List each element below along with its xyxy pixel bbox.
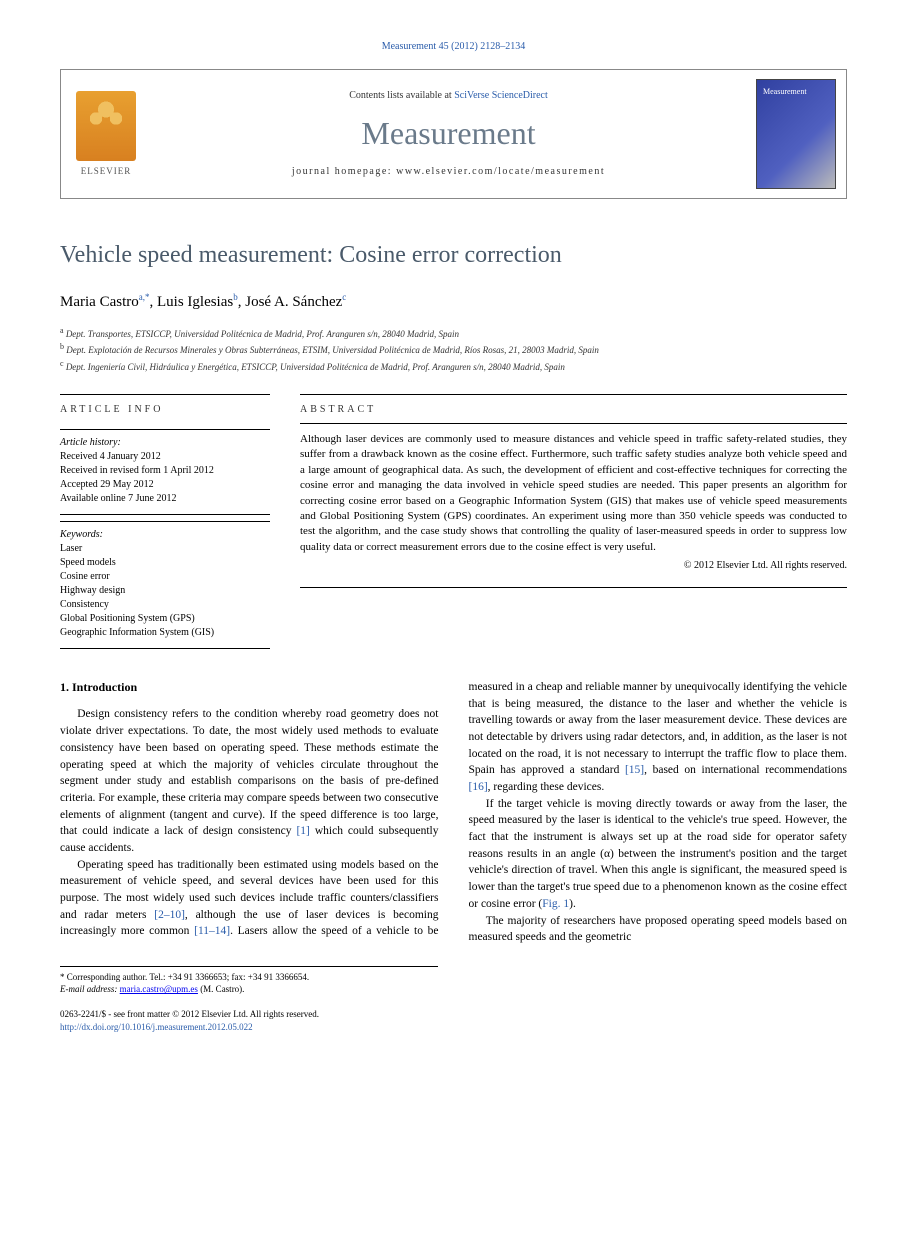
email-label: E-mail address: <box>60 984 120 994</box>
journal-homepage: journal homepage: www.elsevier.com/locat… <box>161 165 736 179</box>
fig-1-link[interactable]: Fig. 1 <box>542 898 569 910</box>
email-link[interactable]: maria.castro@upm.es <box>120 984 198 994</box>
ref-11-14-link[interactable]: [11–14] <box>194 925 230 937</box>
paragraph-3: If the target vehicle is moving directly… <box>469 796 848 913</box>
article-info-column: ARTICLE INFO Article history: Received 4… <box>60 394 270 649</box>
abstract-text: Although laser devices are commonly used… <box>300 423 847 588</box>
p1-text: Design consistency refers to the conditi… <box>60 708 439 837</box>
affiliation-c: Dept. Ingeniería Civil, Hidráulica y Ene… <box>66 362 565 372</box>
accepted-date: Accepted 29 May 2012 <box>60 478 270 492</box>
history-block: Article history: Received 4 January 2012… <box>60 429 270 515</box>
abstract-column: ABSTRACT Although laser devices are comm… <box>300 394 847 649</box>
keywords-label: Keywords: <box>60 521 270 542</box>
abstract-heading: ABSTRACT <box>300 394 847 423</box>
ref-16-link[interactable]: [16] <box>469 781 488 793</box>
sciverse-link[interactable]: SciVerse ScienceDirect <box>454 90 548 101</box>
header-citation: Measurement 45 (2012) 2128–2134 <box>60 40 847 54</box>
homepage-url[interactable]: www.elsevier.com/locate/measurement <box>396 166 605 177</box>
author-2-affil: b <box>233 292 238 302</box>
footer-meta: 0263-2241/$ - see front matter © 2012 El… <box>60 1008 438 1033</box>
body-text-columns: 1. Introduction Design consistency refer… <box>60 679 847 946</box>
online-date: Available online 7 June 2012 <box>60 492 270 506</box>
p3-text: If the target vehicle is moving directly… <box>469 798 848 910</box>
history-label: Article history: <box>60 429 270 450</box>
p3-tail: ). <box>569 898 576 910</box>
corresponding-author-text: * Corresponding author. Tel.: +34 91 336… <box>60 971 438 984</box>
email-tail: (M. Castro). <box>198 984 245 994</box>
journal-cover-thumbnail: Measurement <box>756 79 836 189</box>
article-info-heading: ARTICLE INFO <box>60 394 270 423</box>
keyword: Laser <box>60 542 270 556</box>
info-abstract-row: ARTICLE INFO Article history: Received 4… <box>60 394 847 649</box>
abstract-body: Although laser devices are commonly used… <box>300 433 847 553</box>
keyword: Speed models <box>60 556 270 570</box>
ref-1-link[interactable]: [1] <box>296 825 309 837</box>
article-title: Vehicle speed measurement: Cosine error … <box>60 239 847 273</box>
ref-2-10-link[interactable]: [2–10] <box>154 909 185 921</box>
p2d-tail: , regarding these devices. <box>488 781 605 793</box>
journal-header-box: ELSEVIER Contents lists available at Sci… <box>60 69 847 199</box>
paragraph-4: The majority of researchers have propose… <box>469 913 848 946</box>
author-1[interactable]: Maria Castro <box>60 294 139 310</box>
author-3[interactable]: José A. Sánchez <box>245 294 342 310</box>
cover-title: Measurement <box>763 86 807 97</box>
elsevier-logo: ELSEVIER <box>61 70 151 198</box>
issn-line: 0263-2241/$ - see front matter © 2012 El… <box>60 1008 438 1021</box>
copyright-line: © 2012 Elsevier Ltd. All rights reserved… <box>300 559 847 579</box>
p2-mid: , although the use of laser de <box>185 909 346 921</box>
received-date: Received 4 January 2012 <box>60 450 270 464</box>
publisher-name: ELSEVIER <box>81 165 132 178</box>
p2c-mid: , based on international recommendations <box>644 764 847 776</box>
author-3-affil: c <box>342 292 346 302</box>
affiliation-b: Dept. Explotación de Recursos Minerales … <box>66 345 599 355</box>
doi-link[interactable]: http://dx.doi.org/10.1016/j.measurement.… <box>60 1022 253 1032</box>
ref-15-link[interactable]: [15] <box>625 764 644 776</box>
keywords-block: Keywords: Laser Speed models Cosine erro… <box>60 521 270 649</box>
author-1-affil: a,* <box>139 292 150 302</box>
affiliation-a: Dept. Transportes, ETSICCP, Universidad … <box>66 329 459 339</box>
affiliations-block: a Dept. Transportes, ETSICCP, Universida… <box>60 325 847 375</box>
p4-text: The majority of researchers have propose… <box>469 915 848 944</box>
keyword: Consistency <box>60 598 270 612</box>
authors-line: Maria Castroa,*, Luis Iglesiasb, José A.… <box>60 291 847 313</box>
revised-date: Received in revised form 1 April 2012 <box>60 464 270 478</box>
journal-name: Measurement <box>161 111 736 156</box>
keyword: Global Positioning System (GPS) <box>60 612 270 626</box>
keyword: Cosine error <box>60 570 270 584</box>
paragraph-1: Design consistency refers to the conditi… <box>60 706 439 856</box>
section-1-heading: 1. Introduction <box>60 679 439 696</box>
keyword: Highway design <box>60 584 270 598</box>
contents-available-line: Contents lists available at SciVerse Sci… <box>161 89 736 103</box>
homepage-label: journal homepage: <box>292 166 396 177</box>
author-2[interactable]: Luis Iglesias <box>157 294 233 310</box>
header-center: Contents lists available at SciVerse Sci… <box>151 79 746 190</box>
contents-prefix: Contents lists available at <box>349 90 454 101</box>
keyword: Geographic Information System (GIS) <box>60 626 270 640</box>
corresponding-author-footnote: * Corresponding author. Tel.: +34 91 336… <box>60 966 438 996</box>
elsevier-tree-icon <box>76 91 136 161</box>
